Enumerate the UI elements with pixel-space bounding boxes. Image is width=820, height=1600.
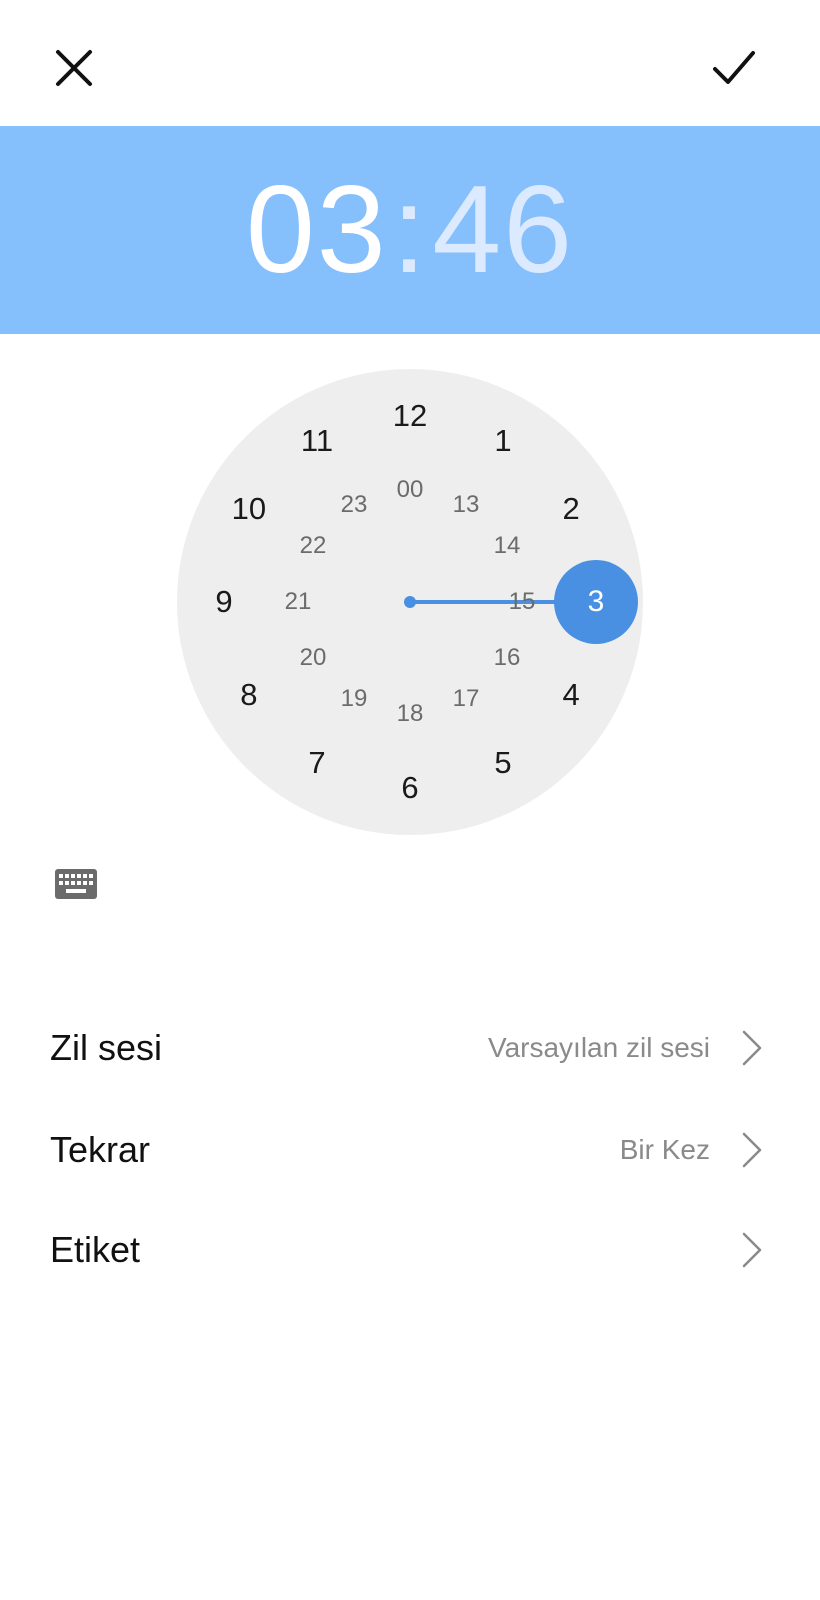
dial-hour-4[interactable]: 4 [562,677,579,713]
dial-hour-18[interactable]: 18 [397,700,424,728]
dial-hour-19[interactable]: 19 [341,685,368,713]
dial-hour-14[interactable]: 14 [494,532,521,560]
minute-display[interactable]: 46 [432,168,574,292]
dial-hour-7[interactable]: 7 [308,745,325,781]
dial-hour-1[interactable]: 1 [494,423,511,459]
dial-hour-15[interactable]: 15 [509,588,536,616]
confirm-button[interactable] [702,36,766,100]
dial-hour-9[interactable]: 9 [215,584,232,620]
repeat-value: Bir Kez [619,1134,710,1165]
check-icon [713,51,755,84]
dial-hour-3[interactable]: 3 [588,585,605,619]
repeat-label: Tekrar [50,1129,151,1170]
time-display: 03 : 46 [246,168,574,292]
dial-hour-22[interactable]: 22 [300,532,327,560]
dial-hour-6[interactable]: 6 [401,770,418,806]
settings-row-ringtone[interactable]: Zil sesi Varsayılan zil sesi [0,998,820,1098]
close-button[interactable] [42,36,106,100]
dial-hour-8[interactable]: 8 [240,677,257,713]
chevron-right-icon [742,1030,762,1066]
dial-hour-5[interactable]: 5 [494,745,511,781]
clock-center-dot [404,596,416,608]
dial-hour-20[interactable]: 20 [300,644,327,672]
label-label: Etiket [50,1229,141,1270]
dial-hour-17[interactable]: 17 [453,685,480,713]
clock-dial[interactable]: 12 1 2 3 4 5 6 7 8 9 10 11 00 13 14 15 16 17 18 19 20 21 22 23 [176,368,644,836]
dial-hour-00[interactable]: 00 [397,476,424,504]
close-icon [56,50,92,86]
hour-display[interactable]: 03 [246,168,388,292]
ringtone-value: Varsayılan zil sesi [487,1032,710,1063]
top-toolbar [0,0,820,126]
dial-hour-13[interactable]: 13 [453,491,480,519]
clock-face [177,369,643,835]
dial-hour-11[interactable]: 11 [301,423,333,459]
time-header: 03 : 46 [0,126,820,334]
dial-hour-10[interactable]: 10 [232,491,266,527]
keyboard-icon [55,869,97,899]
dial-hour-16[interactable]: 16 [494,644,521,672]
dial-hour-2[interactable]: 2 [562,491,579,527]
chevron-right-icon [742,1132,762,1168]
settings-row-label[interactable]: Etiket [0,1200,820,1300]
time-separator: : [391,161,429,299]
dial-hour-21[interactable]: 21 [285,588,312,616]
settings-row-repeat[interactable]: Tekrar Bir Kez [0,1100,820,1200]
ringtone-label: Zil sesi [50,1027,163,1068]
dial-hour-12[interactable]: 12 [393,398,427,434]
keyboard-input-button[interactable] [50,862,102,906]
dial-hour-23[interactable]: 23 [341,491,368,519]
chevron-right-icon [742,1232,762,1268]
